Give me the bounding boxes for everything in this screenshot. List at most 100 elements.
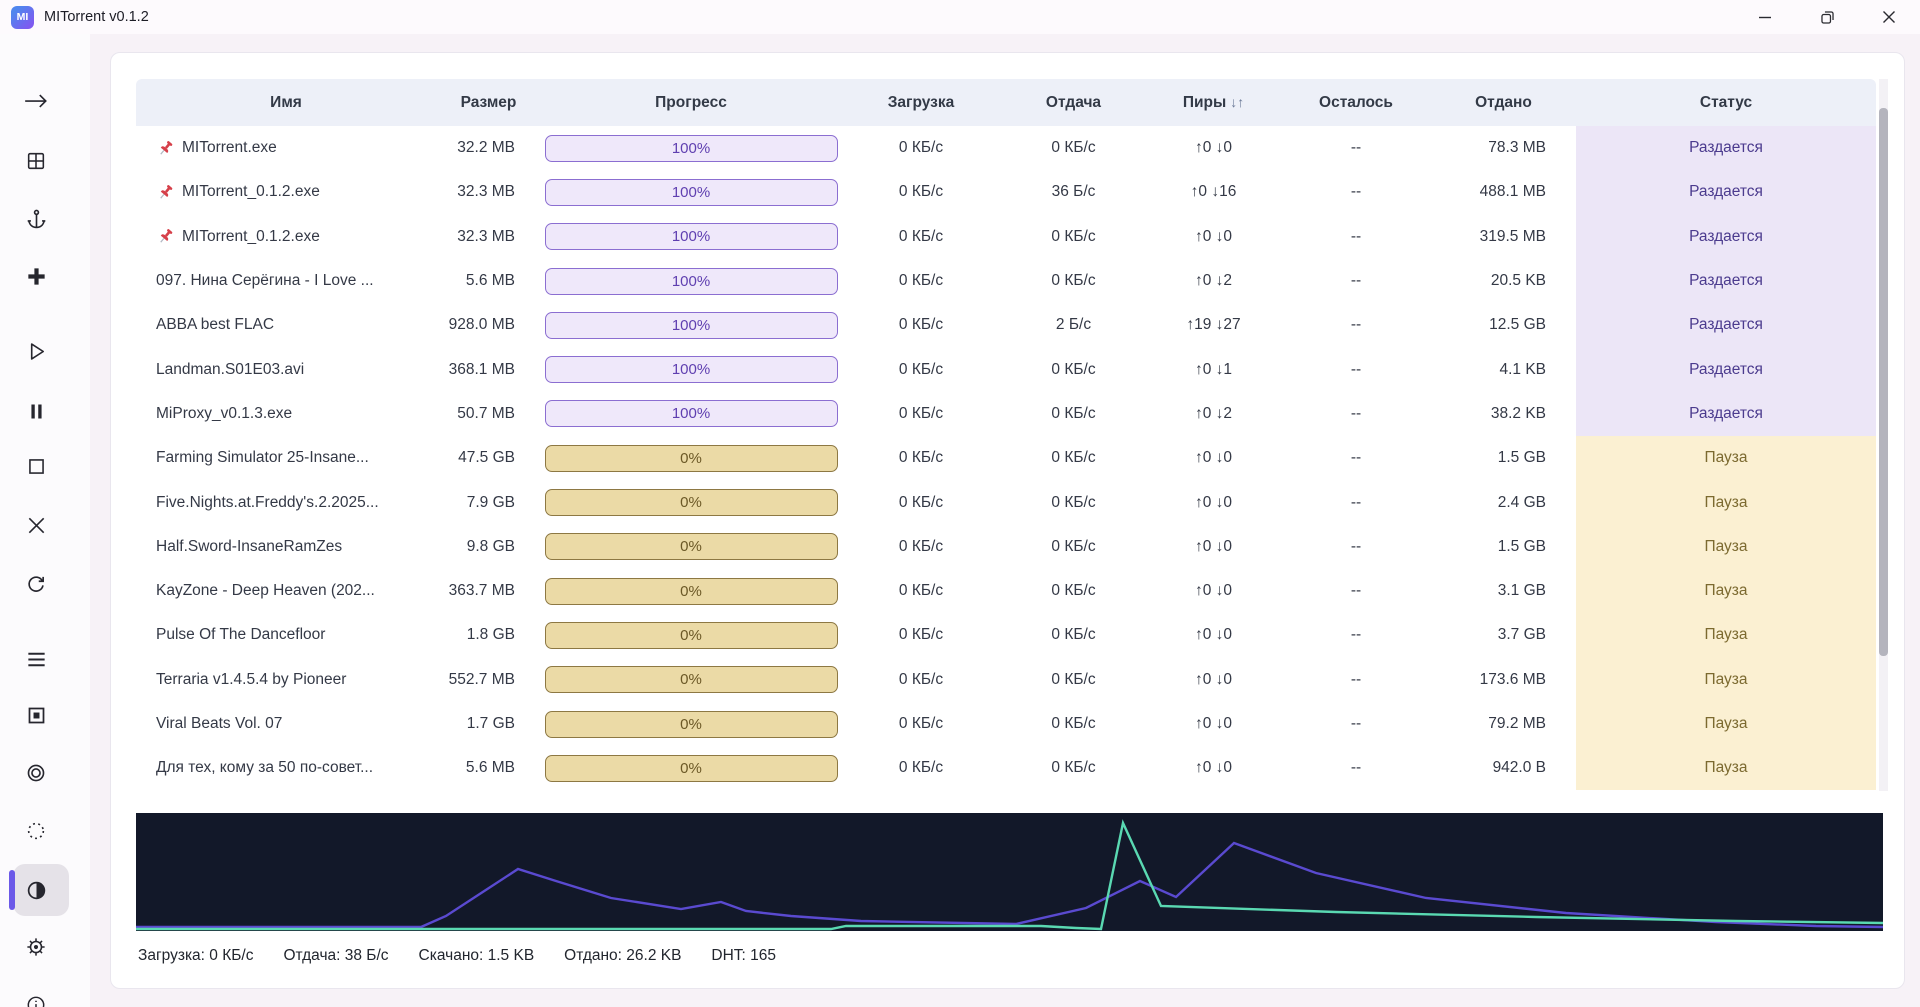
frame-icon[interactable] [16, 695, 56, 735]
torrent-rows: MITorrent.exe 32.2 MB 100% 0 КБ/с 0 КБ/с… [136, 126, 1876, 791]
progress-bar: 0% [544, 533, 838, 561]
torrent-name: MITorrent.exe [182, 139, 277, 157]
table-row[interactable]: Landman.S01E03.avi 368.1 MB 100% 0 КБ/с … [136, 347, 1876, 392]
column-header-progress[interactable]: Прогресс [541, 94, 841, 112]
anchor-icon[interactable] [16, 199, 56, 239]
stop-icon[interactable] [16, 446, 56, 486]
peers-cell: ↑0 ↓0 [1194, 449, 1233, 467]
dotted-circle-icon[interactable] [16, 811, 56, 851]
remaining-cell: -- [1350, 715, 1362, 732]
scrollbar-thumb[interactable] [1879, 108, 1888, 656]
status-cell: Пауза [1576, 436, 1876, 481]
theme-contrast-icon[interactable] [16, 870, 56, 910]
target-icon[interactable] [16, 753, 56, 793]
grid-icon[interactable] [16, 141, 56, 181]
column-header-upload[interactable]: Отдача [1001, 94, 1146, 112]
titlebar: MI MITorrent v0.1.2 [0, 0, 1920, 34]
progress-label: 100% [671, 139, 711, 157]
table-row[interactable]: 097. Нина Серёгина - I Love ... 5.6 MB 1… [136, 258, 1876, 304]
uploaded-cell: 1.5 GB [1497, 537, 1546, 555]
status-badge: Раздается [1689, 183, 1763, 201]
table-row[interactable]: MITorrent.exe 32.2 MB 100% 0 КБ/с 0 КБ/с… [136, 126, 1876, 171]
table-row[interactable]: Для тех, кому за 50 по-совет... 5.6 MB 0… [136, 746, 1876, 791]
peers-cell: ↑0 ↓0 [1194, 670, 1233, 688]
table-row[interactable]: Half.Sword-InsaneRamZes 9.8 GB 0% 0 КБ/с… [136, 524, 1876, 569]
download-speed-cell: 0 КБ/с [898, 272, 944, 290]
torrent-name-cell: 097. Нина Серёгина - I Love ... [136, 272, 436, 290]
uploaded-cell: 12.5 GB [1489, 316, 1546, 334]
refresh-icon[interactable] [16, 564, 56, 604]
progress-cell: 0% [541, 489, 841, 517]
table-row[interactable]: Five.Nights.at.Freddy's.2.2025... 7.9 GB… [136, 480, 1876, 525]
status-cell: Пауза [1576, 480, 1876, 525]
table-row[interactable]: Farming Simulator 25-Insane... 47.5 GB 0… [136, 436, 1876, 481]
size-cell: 47.5 GB [458, 449, 515, 467]
active-item-accent-bar [9, 870, 15, 910]
status-cell: Раздается [1576, 258, 1876, 304]
menu-icon[interactable] [16, 639, 56, 679]
progress-label: 0% [680, 759, 702, 777]
upload-speed-cell: 0 КБ/с [1051, 139, 1096, 157]
torrent-name-cell: Landman.S01E03.avi [136, 361, 436, 379]
progress-label: 0% [680, 538, 702, 556]
info-icon[interactable] [16, 985, 56, 1007]
table-row[interactable]: Terraria v1.4.5.4 by Pioneer 552.7 MB 0%… [136, 657, 1876, 702]
progress-label: 0% [680, 626, 702, 644]
play-icon[interactable] [16, 331, 56, 371]
remaining-cell: -- [1350, 493, 1362, 511]
column-header-status[interactable]: Статус [1576, 94, 1876, 112]
upload-speed-cell: 0 КБ/с [1051, 227, 1096, 245]
peers-cell: ↑0 ↓16 [1190, 183, 1237, 201]
pause-icon[interactable] [16, 391, 56, 431]
uploaded-cell: 1.5 GB [1497, 449, 1546, 467]
table-row[interactable]: Pulse Of The Dancefloor 1.8 GB 0% 0 КБ/с… [136, 613, 1876, 658]
column-header-peers[interactable]: Пиры ↓↑ [1146, 94, 1281, 112]
uploaded-cell: 38.2 KB [1490, 404, 1546, 422]
column-header-remaining[interactable]: Осталось [1281, 94, 1431, 112]
torrent-name-cell: MITorrent_0.1.2.exe [136, 227, 436, 246]
progress-label: 0% [680, 449, 702, 467]
peers-cell: ↑0 ↓2 [1194, 272, 1233, 290]
progress-cell: 0% [541, 710, 841, 738]
restore-button[interactable] [1796, 0, 1858, 34]
speed-graph [136, 813, 1883, 931]
close-button[interactable] [1858, 0, 1920, 34]
status-badge: Пауза [1704, 449, 1748, 467]
size-cell: 32.2 MB [457, 139, 515, 157]
add-icon[interactable] [16, 256, 56, 296]
column-header-download[interactable]: Загрузка [841, 94, 1001, 112]
torrent-name-cell: Farming Simulator 25-Insane... [136, 449, 436, 467]
progress-label: 0% [680, 494, 702, 512]
minimize-button[interactable] [1734, 0, 1796, 34]
upload-speed-cell: 0 КБ/с [1051, 582, 1096, 600]
table-row[interactable]: ABBA best FLAC 928.0 MB 100% 0 КБ/с 2 Б/… [136, 303, 1876, 348]
table-row[interactable]: MITorrent_0.1.2.exe 32.3 MB 100% 0 КБ/с … [136, 214, 1876, 259]
arrow-right-icon[interactable] [16, 81, 56, 121]
progress-bar: 100% [544, 178, 838, 206]
status-badge: Пауза [1704, 537, 1748, 555]
progress-bar: 100% [544, 356, 838, 384]
torrent-name: Pulse Of The Dancefloor [156, 626, 326, 644]
table-row[interactable]: MiProxy_v0.1.3.exe 50.7 MB 100% 0 КБ/с 0… [136, 391, 1876, 437]
progress-cell: 100% [541, 267, 841, 295]
remove-icon[interactable] [16, 505, 56, 545]
status-cell: Пауза [1576, 657, 1876, 702]
progress-cell: 100% [541, 223, 841, 251]
progress-cell: 0% [541, 621, 841, 649]
download-speed-cell: 0 КБ/с [898, 183, 944, 201]
table-row[interactable]: KayZone - Deep Heaven (202... 363.7 MB 0… [136, 568, 1876, 614]
table-row[interactable]: Viral Beats Vol. 07 1.7 GB 0% 0 КБ/с 0 К… [136, 701, 1876, 747]
status-cell: Пауза [1576, 746, 1876, 791]
table-row[interactable]: MITorrent_0.1.2.exe 32.3 MB 100% 0 КБ/с … [136, 170, 1876, 215]
size-cell: 368.1 MB [448, 360, 515, 378]
settings-icon[interactable] [16, 927, 56, 967]
column-header-size[interactable]: Размер [436, 94, 541, 112]
column-header-name[interactable]: Имя [136, 94, 436, 112]
progress-bar: 100% [544, 223, 838, 251]
download-speed-cell: 0 КБ/с [898, 759, 944, 777]
column-header-uploaded[interactable]: Отдано [1431, 94, 1576, 112]
progress-label: 0% [680, 671, 702, 689]
upload-speed-cell: 0 КБ/с [1051, 626, 1096, 644]
progress-cell: 0% [541, 444, 841, 472]
status-badge: Пауза [1704, 670, 1748, 688]
